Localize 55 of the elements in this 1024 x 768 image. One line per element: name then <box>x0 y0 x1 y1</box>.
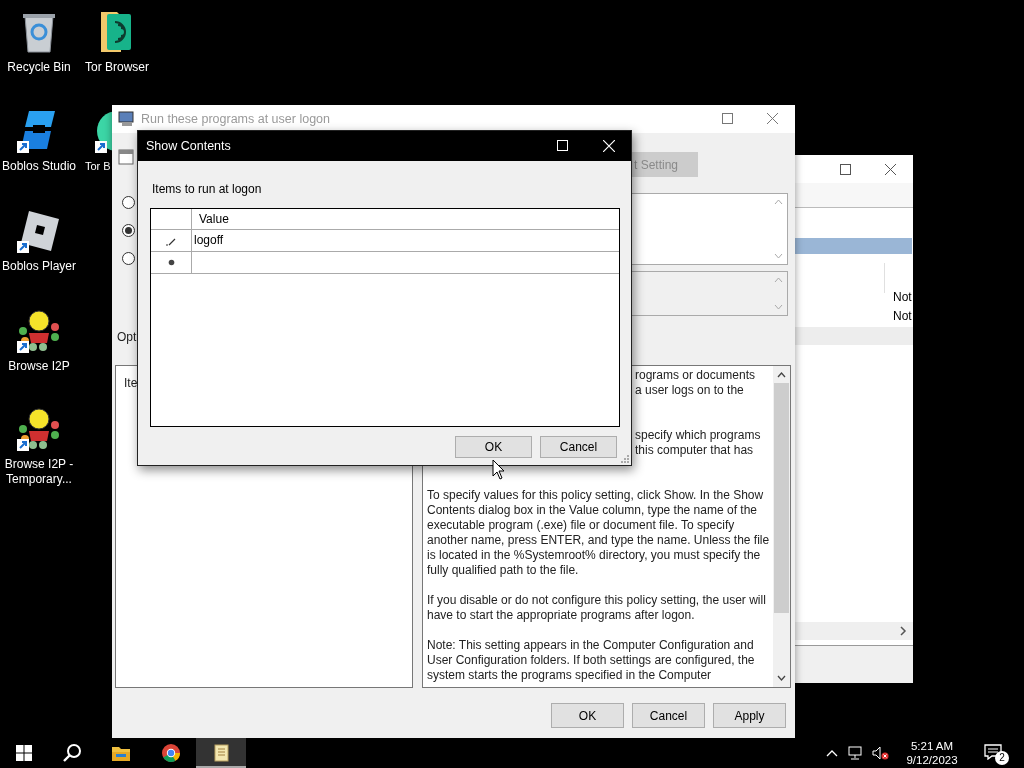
help-paragraph: If you disable or do not configure this policy setting, the user will have to start the appropriate programs after logon. <box>427 593 767 623</box>
dialog-button[interactable]: OK <box>551 703 624 728</box>
help-text-line: a user logs on to the <box>635 383 744 398</box>
caret-up-icon[interactable] <box>826 749 838 757</box>
scroll-page-icon <box>211 743 231 763</box>
scroll-down-icon[interactable] <box>777 675 786 681</box>
dialog-button[interactable]: Cancel <box>540 436 617 458</box>
window-title: Show Contents <box>146 138 231 154</box>
pointer-icon <box>492 459 505 480</box>
scroll-bar[interactable] <box>795 622 913 640</box>
search-icon <box>62 743 82 763</box>
dialog-button[interactable]: Cancel <box>632 703 705 728</box>
network-icon[interactable] <box>848 746 864 760</box>
desktop-icon-label[interactable]: Browse I2P - Temporary... <box>1 457 77 487</box>
notification-count: 2 <box>995 751 1009 765</box>
window-title: Run these programs at user logon <box>141 111 330 127</box>
chrome-icon <box>161 743 181 763</box>
radio-button[interactable] <box>122 224 135 237</box>
windows-logo-icon <box>16 745 32 761</box>
desktop-icon-label[interactable]: Tor Browser <box>79 60 155 75</box>
muted-speaker-icon[interactable] <box>872 746 890 760</box>
table-cell[interactable]: logoff <box>192 230 619 251</box>
clock-time[interactable]: 5:21 AM <box>910 739 954 753</box>
table-cell: Not <box>893 290 912 305</box>
help-paragraph: To specify values for this policy setting, click Show. In the Show Contents dialog box in the Value column, type the name of the executable program (.exe) file or document file. To specify another name, press ENTER, and type the name. Unless the file is located in the %Systemroot% directory, you must specify the fully qualified path to the file. <box>427 488 771 578</box>
scroll-right-icon[interactable] <box>899 626 907 636</box>
close-icon[interactable] <box>885 164 896 175</box>
desktop-icon-label[interactable]: Boblos Player <box>1 259 77 274</box>
dialog-button[interactable]: Apply <box>713 703 786 728</box>
radio-button[interactable] <box>122 252 135 265</box>
resize-grip-icon[interactable] <box>621 455 629 463</box>
help-paragraph: Note: This setting appears in the Computer Configuration and User Configuration folders. If both settings are configured, the system starts the programs specified in the Computer <box>427 638 756 683</box>
new-row-icon <box>167 259 175 266</box>
desktop-icon-label[interactable]: Boblos Studio <box>1 159 77 174</box>
scroll-thumb[interactable] <box>774 383 789 613</box>
help-text-line: specify which programs <box>635 428 761 443</box>
calendar-icon <box>118 149 134 165</box>
maximize-icon[interactable] <box>840 164 851 175</box>
table-cell: Not <box>893 309 912 324</box>
scroll-bar[interactable] <box>773 366 790 687</box>
dialog-button[interactable]: OK <box>455 436 532 458</box>
radio-button[interactable] <box>122 196 135 209</box>
desktop-icon-label[interactable]: Recycle Bin <box>1 60 77 75</box>
taskbar-button[interactable] <box>196 738 246 768</box>
clock-date[interactable]: 9/12/2023 <box>906 753 958 767</box>
option-label: Ite <box>124 376 138 391</box>
field-label: Items to run at logon <box>152 182 262 197</box>
help-text-line: rograms or documents <box>635 368 756 383</box>
scroll-up-icon[interactable] <box>777 372 786 378</box>
notification-button[interactable]: 2 <box>972 738 1018 768</box>
desktop-icon-label[interactable]: Browse I2P <box>1 359 77 374</box>
help-text-line: this computer that has <box>635 443 754 458</box>
computer-icon <box>118 111 136 127</box>
column-header[interactable]: Value <box>192 209 619 229</box>
section-label: Opt <box>117 330 137 345</box>
